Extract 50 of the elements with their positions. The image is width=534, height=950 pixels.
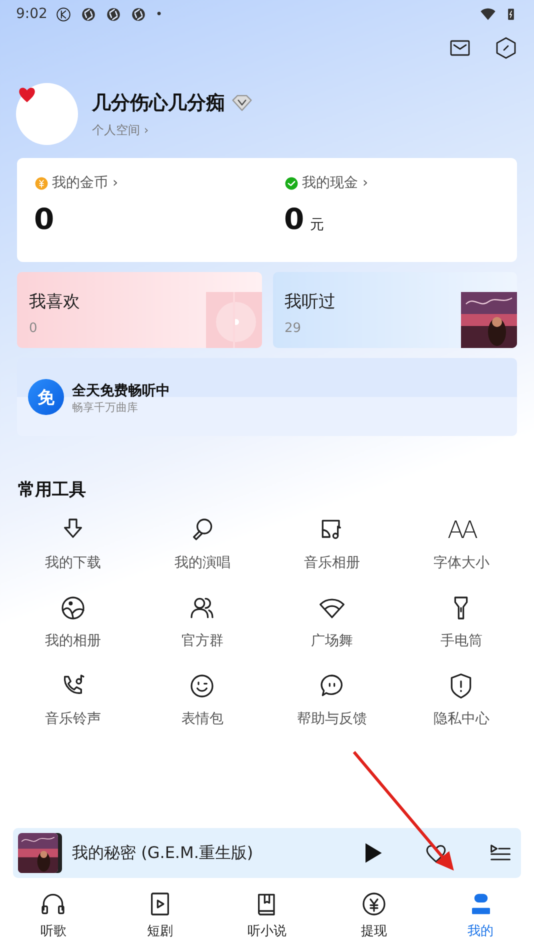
collection-card[interactable]: 我喜欢 0 bbox=[17, 272, 262, 348]
nav-tab[interactable]: 听歌 bbox=[0, 884, 107, 946]
tool-item[interactable]: 表情包 bbox=[138, 672, 267, 728]
collection-count: 0 bbox=[29, 321, 38, 336]
wallet-amount: 0 bbox=[284, 202, 304, 236]
wallet-amount: 0 bbox=[34, 202, 54, 236]
collection-card[interactable]: 我听过 29 bbox=[272, 272, 517, 348]
app-notification-icon bbox=[80, 6, 98, 22]
banner-title: 全天免费畅听中 bbox=[72, 382, 170, 398]
free-badge: 免 bbox=[28, 379, 64, 415]
tool-item[interactable]: 广场舞 bbox=[267, 594, 396, 650]
wallet-link[interactable]: 我的金币 › bbox=[52, 174, 118, 192]
tool-item[interactable]: 我的相册 bbox=[8, 594, 138, 650]
check-circle-icon bbox=[284, 176, 299, 190]
section-title: 常用工具 bbox=[18, 479, 87, 502]
user-name: 几分伤心几分痴 bbox=[92, 90, 225, 116]
tool-item[interactable]: 音乐相册 bbox=[267, 516, 396, 572]
nav-tab[interactable]: 提现 bbox=[320, 884, 428, 946]
currency-unit: 元 bbox=[310, 216, 324, 234]
landscape-circle-icon bbox=[58, 594, 87, 622]
nav-tab[interactable]: 听小说 bbox=[214, 884, 320, 946]
app-notification-icon bbox=[105, 6, 122, 22]
collection-count: 29 bbox=[284, 321, 302, 336]
wifi-signal-icon bbox=[480, 6, 496, 22]
collection-title: 我听过 bbox=[284, 292, 336, 312]
tool-item[interactable]: 官方群 bbox=[138, 594, 267, 650]
coin-icon bbox=[34, 176, 49, 190]
hexagon-settings-icon[interactable] bbox=[494, 36, 518, 60]
tool-item[interactable]: AA 字体大小 bbox=[396, 516, 526, 572]
nav-tab[interactable]: 短剧 bbox=[106, 884, 214, 946]
tool-item[interactable]: 手电筒 bbox=[396, 594, 526, 650]
free-listening-banner[interactable]: 免 全天免费畅听中 畅享千万曲库 bbox=[17, 358, 517, 436]
song-title: 我的秘密 (G.E.M.重生版) bbox=[72, 842, 254, 864]
tool-item[interactable]: 帮助与反馈 bbox=[267, 672, 396, 728]
font-size-icon: AA bbox=[447, 516, 475, 544]
app-notification-icon bbox=[130, 6, 148, 22]
tool-item[interactable]: 我的下载 bbox=[8, 516, 138, 572]
status-time: 9:02 bbox=[16, 6, 48, 22]
mini-player[interactable]: 我的秘密 (G.E.M.重生版) bbox=[13, 828, 521, 878]
tool-item[interactable]: 音乐铃声 bbox=[8, 672, 138, 728]
yuan-coin-icon bbox=[360, 890, 388, 918]
smiley-icon bbox=[188, 672, 216, 700]
status-dot: • bbox=[155, 7, 163, 21]
tool-item[interactable]: 隐私中心 bbox=[396, 672, 526, 728]
wallet-link[interactable]: 我的现金 › bbox=[302, 174, 368, 192]
k-icon bbox=[55, 6, 72, 22]
banner-subtitle: 畅享千万曲库 bbox=[72, 400, 139, 414]
nav-tab[interactable]: 我的 bbox=[427, 884, 534, 946]
collection-title: 我喜欢 bbox=[29, 292, 80, 312]
tool-item[interactable]: 我的演唱 bbox=[138, 516, 267, 572]
